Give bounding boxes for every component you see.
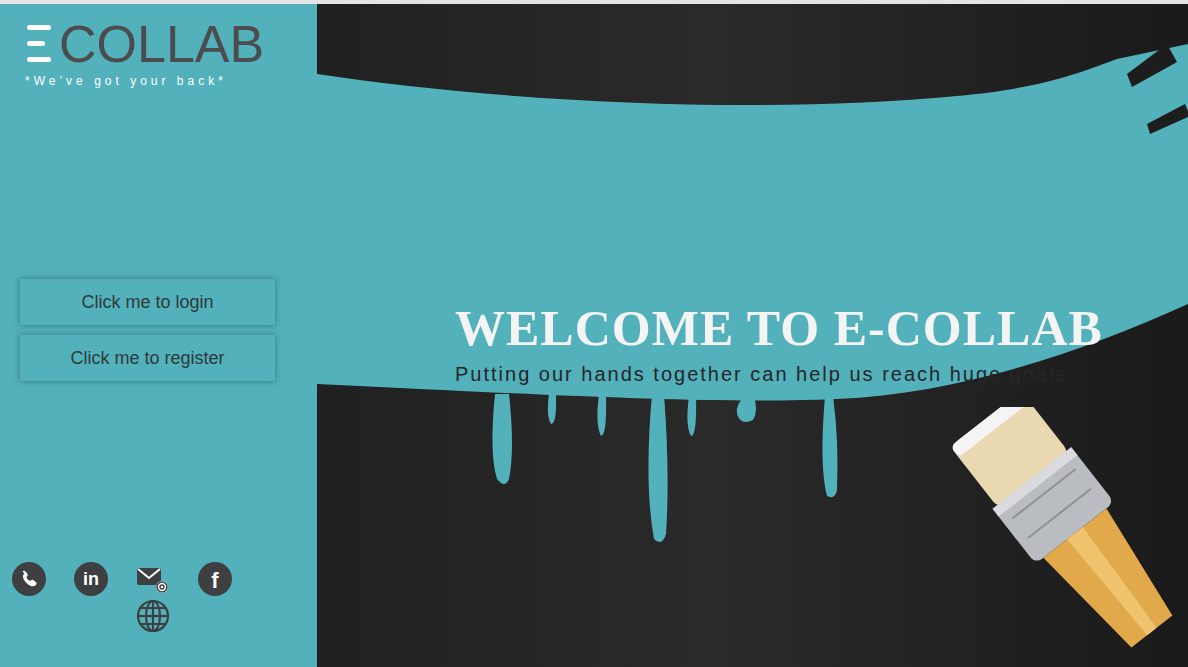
logo-text: COLLAB	[59, 18, 264, 70]
sidebar: COLLAB *We’ve got your back* Click me to l…	[0, 4, 317, 667]
register-button[interactable]: Click me to register	[20, 335, 275, 381]
logo-bars-icon	[25, 20, 55, 68]
logo[interactable]: COLLAB *We’ve got your back*	[0, 4, 317, 90]
facebook-icon[interactable]: f	[198, 562, 232, 596]
hero-banner: WELCOME TO E-COLLAB Putting our hands tog…	[317, 4, 1188, 667]
login-button[interactable]: Click me to login	[20, 279, 275, 325]
hero-title: WELCOME TO E-COLLAB	[455, 302, 1168, 355]
tagline: *We’ve got your back*	[25, 72, 317, 90]
linkedin-icon[interactable]: in	[74, 562, 108, 596]
email-icon[interactable]	[136, 562, 170, 596]
paintbrush-icon	[948, 407, 1188, 667]
phone-icon[interactable]	[12, 562, 46, 596]
hero-subtitle: Putting our hands together can help us r…	[455, 359, 1168, 389]
contact-links: in f	[0, 562, 317, 667]
web-icon[interactable]	[136, 599, 170, 633]
action-buttons: Click me to login Click me to register	[0, 279, 317, 381]
hero-text: WELCOME TO E-COLLAB Putting our hands tog…	[317, 4, 1188, 389]
